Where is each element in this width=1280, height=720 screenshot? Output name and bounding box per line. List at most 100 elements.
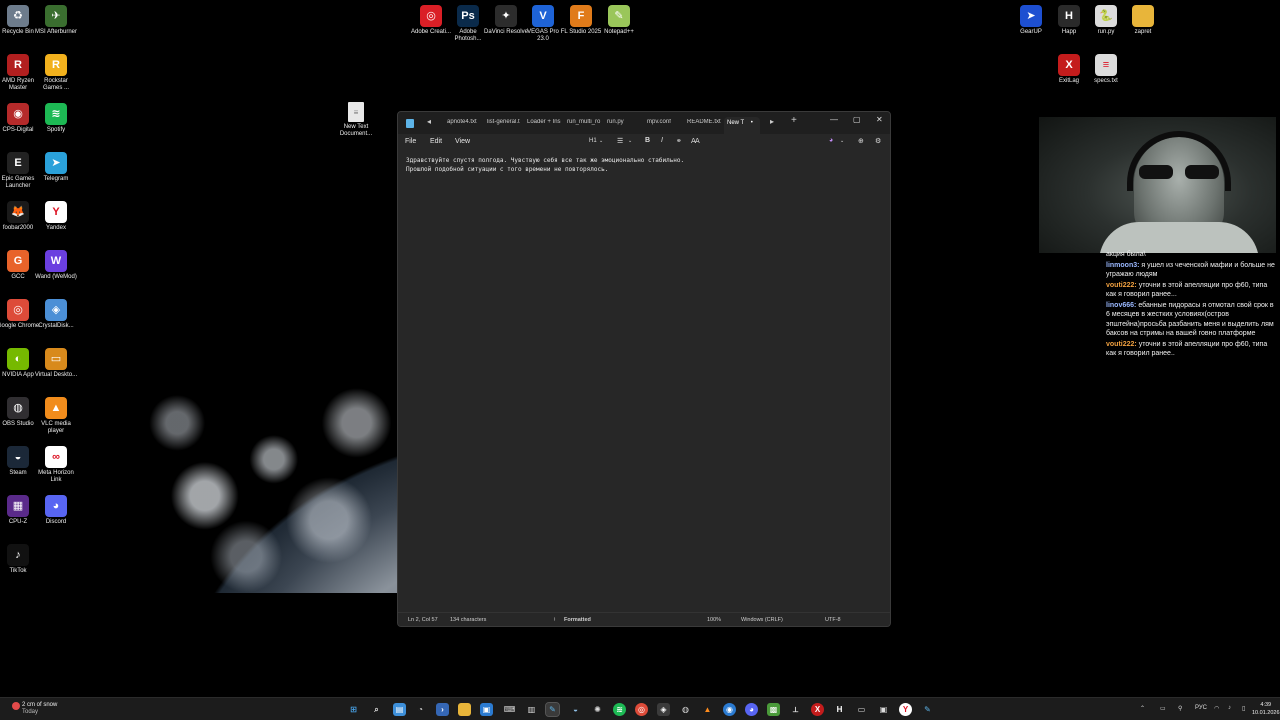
chrome-icon: ◎	[7, 299, 29, 321]
headphones-shape	[1127, 131, 1231, 191]
chevron-down-icon[interactable]: ⌄	[599, 138, 603, 144]
browser-taskbar-icon[interactable]: ◉	[723, 703, 736, 716]
yandex-taskbar-icon[interactable]: Y	[899, 703, 912, 716]
app-taskbar-icon[interactable]: ▣	[877, 703, 890, 716]
desktop-icon-discord[interactable]: ◕ Discord	[34, 495, 78, 526]
chatgpt-icon[interactable]: ✺	[591, 703, 604, 716]
desktop-icon-vlc[interactable]: ▲ VLC media player	[34, 397, 78, 435]
desktop-icon-wand[interactable]: W Wand (WeMod)	[34, 250, 78, 281]
start-button-icon[interactable]: ⊞	[347, 703, 360, 716]
tab-6[interactable]: README.txt	[687, 119, 723, 125]
markdown-icon[interactable]: ⍿	[554, 617, 555, 624]
chat-username[interactable]: vouti222:	[1106, 341, 1137, 348]
desktop-icon-yandex[interactable]: Y Yandex	[34, 201, 78, 232]
spotify-taskbar-icon[interactable]: ≋	[613, 703, 626, 716]
italic-button[interactable]: I	[661, 137, 663, 144]
desktop-icon-spotify[interactable]: ≋ Spotify	[34, 103, 78, 134]
link-icon[interactable]: ⚭	[676, 137, 682, 145]
desktop-icon-telegram[interactable]: ➤ Telegram	[34, 152, 78, 183]
desktop-icon-notepadpp[interactable]: ✎ Notepad++	[597, 5, 641, 36]
menu-edit[interactable]: Edit	[430, 138, 442, 145]
exitlag-taskbar-icon[interactable]: X	[811, 703, 824, 716]
desktop-icon-tiktok[interactable]: ♪ TikTok	[0, 544, 40, 575]
tab-scroll-right-icon[interactable]: ▸	[770, 117, 774, 126]
recycle-bin-icon: ♻	[7, 5, 29, 27]
heading-dropdown[interactable]: H1	[589, 138, 597, 144]
text-editor[interactable]: Здравствуйте спустя полгода. Чувствую се…	[406, 156, 876, 606]
encoding[interactable]: UTF-8	[825, 617, 841, 623]
desktop-icon-rockstar[interactable]: R Rockstar Games ...	[34, 54, 78, 92]
clock[interactable]: 4:39 10.01.2026	[1252, 701, 1280, 717]
tab-0[interactable]: apnote4.txt	[447, 119, 483, 125]
wifi-icon[interactable]: ◠	[1214, 705, 1219, 712]
close-icon[interactable]: ✕	[876, 115, 883, 124]
store-icon[interactable]: ▣	[480, 703, 493, 716]
minecraft-icon[interactable]: ▩	[767, 703, 780, 716]
minimize-icon[interactable]: —	[830, 115, 838, 124]
desktop-icon-text-file[interactable]: ≡ specs.txt	[1084, 54, 1128, 85]
tab-close-icon[interactable]: •	[751, 120, 753, 126]
chevron-down-icon[interactable]: ⌄	[628, 138, 632, 144]
desktop-icon-meta[interactable]: ∞ Meta Horizon Link	[34, 446, 78, 484]
battery-icon[interactable]: ▯	[1242, 705, 1245, 712]
copilot-taskbar-icon[interactable]: ◔	[414, 703, 427, 716]
volume-icon[interactable]: ♪	[1228, 705, 1231, 711]
widgets-icon[interactable]: ▤	[393, 703, 406, 716]
wand-icon: W	[45, 250, 67, 272]
terminal-icon[interactable]: ⌨	[503, 703, 516, 716]
network-icon[interactable]: ▭	[1160, 705, 1166, 712]
new-tab-icon[interactable]: +	[791, 115, 797, 126]
settings-icon[interactable]: ⚙	[875, 137, 881, 145]
discord-taskbar-icon[interactable]: ◕	[745, 703, 758, 716]
obs-taskbar-icon[interactable]: ◍	[679, 703, 692, 716]
tab-1[interactable]: list-general.t	[487, 119, 523, 125]
vlc-taskbar-icon[interactable]: ▲	[701, 703, 714, 716]
tab-scroll-left-icon[interactable]: ◂	[427, 117, 431, 126]
notepad-taskbar-icon[interactable]: ✎	[545, 702, 560, 717]
zoom-level[interactable]: 100%	[707, 617, 721, 623]
calculator-icon[interactable]: ▥	[525, 703, 538, 716]
desktop-icon-new-text-document[interactable]: ≡ New Text Document...	[334, 102, 378, 138]
microphone-icon[interactable]: ⚲	[1178, 705, 1182, 712]
notepad-taskbar-icon[interactable]: ✎	[921, 703, 934, 716]
menu-file[interactable]: File	[405, 138, 416, 145]
desktop-icon-label: zapret	[1134, 29, 1152, 35]
language-indicator[interactable]: РУС	[1195, 705, 1207, 711]
chat-message: linmoon3: я ушел из чеченской мафии и бо…	[1106, 261, 1276, 280]
chrome-taskbar-icon[interactable]: ◎	[635, 703, 648, 716]
powershell-icon[interactable]: ›	[436, 703, 449, 716]
desktop-icon-folder[interactable]: zapret	[1121, 5, 1165, 36]
maximize-icon[interactable]: ▢	[853, 115, 861, 124]
app-taskbar-icon[interactable]: ⟂	[789, 703, 802, 716]
weather-widget[interactable]: 2 cm of snow Today	[12, 702, 57, 716]
chat-username[interactable]: vouti222:	[1106, 282, 1137, 289]
tab-4[interactable]: run.py	[607, 119, 643, 125]
line-ending[interactable]: Windows (CRLF)	[741, 617, 783, 623]
chat-username[interactable]: linmoon3:	[1106, 262, 1139, 269]
list-icon[interactable]: ☰	[617, 137, 623, 145]
file-explorer-icon[interactable]	[458, 703, 471, 716]
search-icon[interactable]: ⌕	[370, 703, 383, 716]
chevron-down-icon[interactable]: ⌄	[840, 138, 844, 144]
steam-taskbar-icon[interactable]: ◒	[569, 703, 582, 716]
clear-format-icon[interactable]: Ꜳ	[691, 137, 700, 145]
desktop-icon-crystaldisk[interactable]: ◈ CrystalDisk...	[34, 299, 78, 330]
menu-view[interactable]: View	[455, 138, 470, 145]
tab-active[interactable]: New T •	[724, 117, 760, 134]
app-taskbar-icon[interactable]: ◈	[657, 703, 670, 716]
desktop-icon-label: CrystalDisk...	[38, 323, 74, 329]
format-mode[interactable]: Formatted	[564, 617, 591, 623]
bold-button[interactable]: B	[645, 137, 650, 144]
tab-3[interactable]: run_multi_ro	[567, 119, 603, 125]
desktop-icon-msi-afterburner[interactable]: ✈ MSI Afterburner	[34, 5, 78, 36]
show-hidden-icons-icon[interactable]: ⌃	[1140, 705, 1145, 712]
tab-2[interactable]: Loader + Ins	[527, 119, 563, 125]
chat-username[interactable]: linov666:	[1106, 302, 1136, 309]
photoshop-icon: Ps	[457, 5, 479, 27]
account-icon[interactable]: ⊕	[858, 137, 864, 145]
console-icon[interactable]: ▭	[855, 703, 868, 716]
copilot-icon[interactable]: ◕	[829, 137, 833, 144]
happ-taskbar-icon[interactable]: H	[833, 703, 846, 716]
desktop-icon-virtual-desktop[interactable]: ▭ Virtual Deskto...	[34, 348, 78, 379]
tab-5[interactable]: mpv.conf	[647, 119, 679, 125]
